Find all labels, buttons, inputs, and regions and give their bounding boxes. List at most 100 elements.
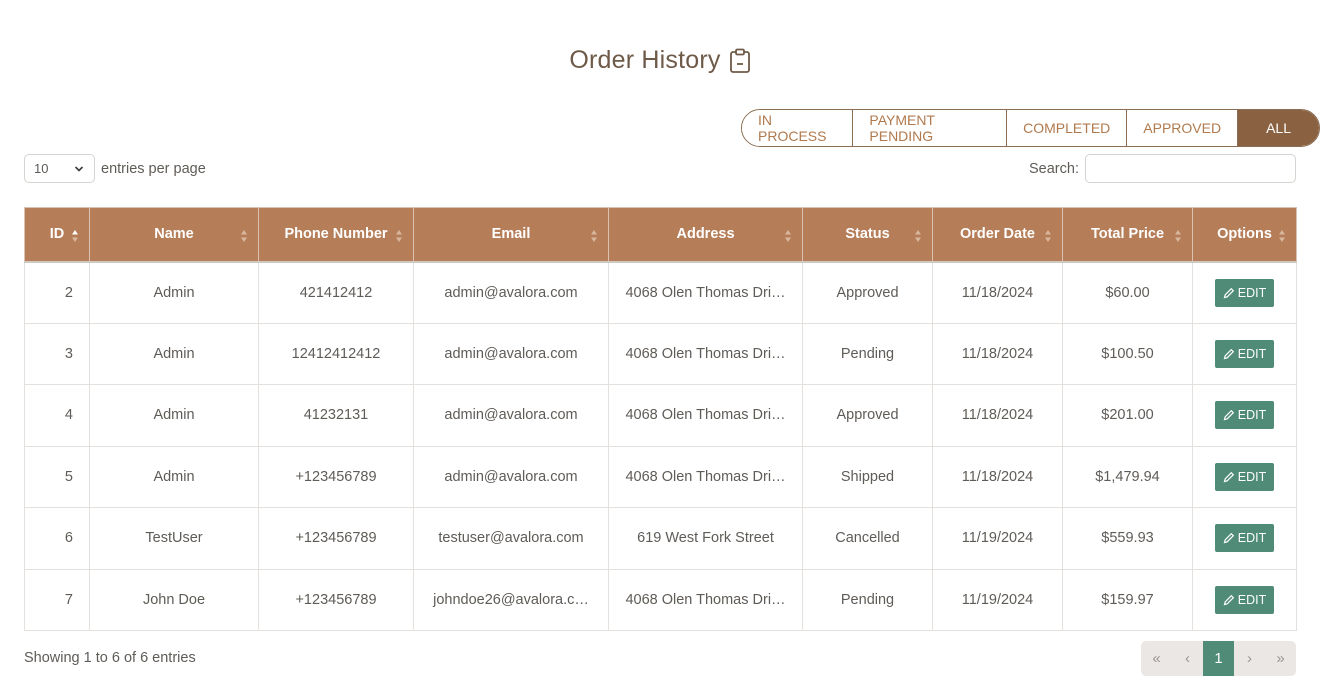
cell-phone: 12412412412: [258, 322, 414, 385]
search-label: Search:: [1029, 160, 1079, 177]
cell-email: admin@avalora.com: [413, 261, 609, 324]
cell-options: EDIT: [1192, 445, 1297, 508]
column-header-label: Total Price: [1090, 226, 1165, 243]
sort-icon: [396, 230, 402, 242]
cell-phone: +123456789: [258, 568, 414, 631]
cell-options: EDIT: [1192, 261, 1297, 324]
cell-status: Cancelled: [802, 507, 933, 570]
page-title-row: Order History: [0, 46, 1320, 75]
cell-id: 5: [24, 445, 90, 508]
cell-address: 619 West Fork Street: [608, 507, 803, 570]
column-header-label: ID: [49, 226, 65, 243]
page-title: Order History: [569, 46, 721, 74]
cell-order-date: 11/18/2024: [932, 261, 1063, 324]
sort-asc-icon: [72, 230, 78, 242]
sort-icon: [241, 230, 247, 242]
cell-name: TestUser: [89, 507, 259, 570]
column-header-id[interactable]: ID: [24, 207, 90, 263]
edit-button[interactable]: EDIT: [1214, 278, 1275, 307]
filter-in-process-button[interactable]: IN PROCESS: [742, 110, 854, 146]
edit-button[interactable]: EDIT: [1214, 585, 1275, 614]
pagination-next-button[interactable]: ›: [1234, 641, 1265, 676]
cell-options: EDIT: [1192, 322, 1297, 385]
cell-status: Pending: [802, 322, 933, 385]
pagination-page-button[interactable]: 1: [1203, 641, 1234, 676]
column-header-name[interactable]: Name: [89, 207, 259, 263]
cell-email: testuser@avalora.com: [413, 507, 609, 570]
edit-button[interactable]: EDIT: [1214, 339, 1275, 368]
cell-name: Admin: [89, 384, 259, 447]
status-filter-group: IN PROCESS PAYMENT PENDING COMPLETED APP…: [741, 109, 1320, 147]
edit-button-label: EDIT: [1237, 592, 1267, 607]
sort-icon: [1045, 230, 1051, 242]
cell-status: Approved: [802, 261, 933, 324]
pencil-icon: [1223, 287, 1234, 298]
sort-icon: [785, 230, 791, 242]
edit-button[interactable]: EDIT: [1214, 524, 1275, 553]
column-header-total-price[interactable]: Total Price: [1062, 207, 1193, 263]
column-header-phone[interactable]: Phone Number: [258, 207, 414, 263]
pagination: « ‹ 1 › »: [1141, 641, 1296, 676]
sort-icon: [1279, 230, 1285, 242]
cell-order-date: 11/19/2024: [932, 568, 1063, 631]
pagination-prev-button[interactable]: ‹: [1172, 641, 1203, 676]
cell-order-date: 11/18/2024: [932, 445, 1063, 508]
cell-total-price: $559.93: [1062, 507, 1193, 570]
entries-per-page-label: entries per page: [101, 160, 206, 177]
pencil-icon: [1223, 471, 1234, 483]
cell-phone: 421412412: [258, 261, 414, 324]
column-header-label: Address: [676, 226, 735, 243]
cell-address: 4068 Olen Thomas Dri…: [608, 445, 803, 508]
table-row: 2 Admin 421412412 admin@avalora.com 4068…: [24, 261, 1297, 324]
cell-email: admin@avalora.com: [413, 445, 609, 508]
column-header-label: Order Date: [960, 226, 1035, 243]
sort-icon: [1175, 230, 1181, 242]
cell-order-date: 11/18/2024: [932, 384, 1063, 447]
pagination-first-button[interactable]: «: [1141, 641, 1172, 676]
entries-per-page-select[interactable]: 10: [24, 154, 95, 183]
cell-address: 4068 Olen Thomas Dri…: [608, 384, 803, 447]
cell-phone: +123456789: [258, 445, 414, 508]
edit-button-label: EDIT: [1237, 408, 1267, 423]
table-row: 5 Admin +123456789 admin@avalora.com 406…: [24, 445, 1297, 508]
cell-id: 3: [24, 322, 90, 385]
edit-button-label: EDIT: [1237, 469, 1267, 484]
filter-approved-button[interactable]: APPROVED: [1127, 110, 1239, 146]
cell-status: Pending: [802, 568, 933, 631]
pencil-icon: [1223, 594, 1234, 606]
pencil-icon: [1223, 348, 1234, 360]
clipboard-icon: [729, 48, 751, 74]
edit-button[interactable]: EDIT: [1214, 462, 1275, 491]
cell-id: 6: [24, 507, 90, 570]
cell-options: EDIT: [1192, 384, 1297, 447]
cell-total-price: $100.50: [1062, 322, 1193, 385]
cell-phone: +123456789: [258, 507, 414, 570]
cell-email: johndoe26@avalora.c…: [413, 568, 609, 631]
edit-button[interactable]: EDIT: [1214, 401, 1275, 430]
cell-options: EDIT: [1192, 568, 1297, 631]
filter-all-button[interactable]: ALL: [1238, 110, 1319, 146]
column-header-email[interactable]: Email: [413, 207, 609, 263]
search-input[interactable]: [1084, 154, 1296, 183]
table-header-row: ID Name Phone Number Email Address Statu…: [24, 207, 1297, 263]
column-header-address[interactable]: Address: [608, 207, 803, 263]
column-header-options[interactable]: Options: [1192, 207, 1297, 263]
column-header-label: Status: [845, 226, 890, 243]
cell-address: 4068 Olen Thomas Dri…: [608, 261, 803, 324]
cell-name: Admin: [89, 261, 259, 324]
sort-icon: [915, 230, 921, 242]
edit-button-label: EDIT: [1237, 346, 1267, 361]
cell-id: 2: [24, 261, 90, 324]
column-header-order-date[interactable]: Order Date: [932, 207, 1063, 263]
cell-name: John Doe: [89, 568, 259, 631]
entries-summary: Showing 1 to 6 of 6 entries: [24, 650, 196, 666]
column-header-status[interactable]: Status: [802, 207, 933, 263]
cell-address: 4068 Olen Thomas Dri…: [608, 568, 803, 631]
filter-payment-pending-button[interactable]: PAYMENT PENDING: [853, 110, 1008, 146]
filter-completed-button[interactable]: COMPLETED: [1007, 110, 1128, 146]
cell-id: 7: [24, 568, 90, 631]
pagination-last-button[interactable]: »: [1265, 641, 1296, 676]
cell-total-price: $60.00: [1062, 261, 1193, 324]
edit-button-label: EDIT: [1237, 285, 1267, 300]
column-header-label: Phone Number: [284, 226, 388, 243]
